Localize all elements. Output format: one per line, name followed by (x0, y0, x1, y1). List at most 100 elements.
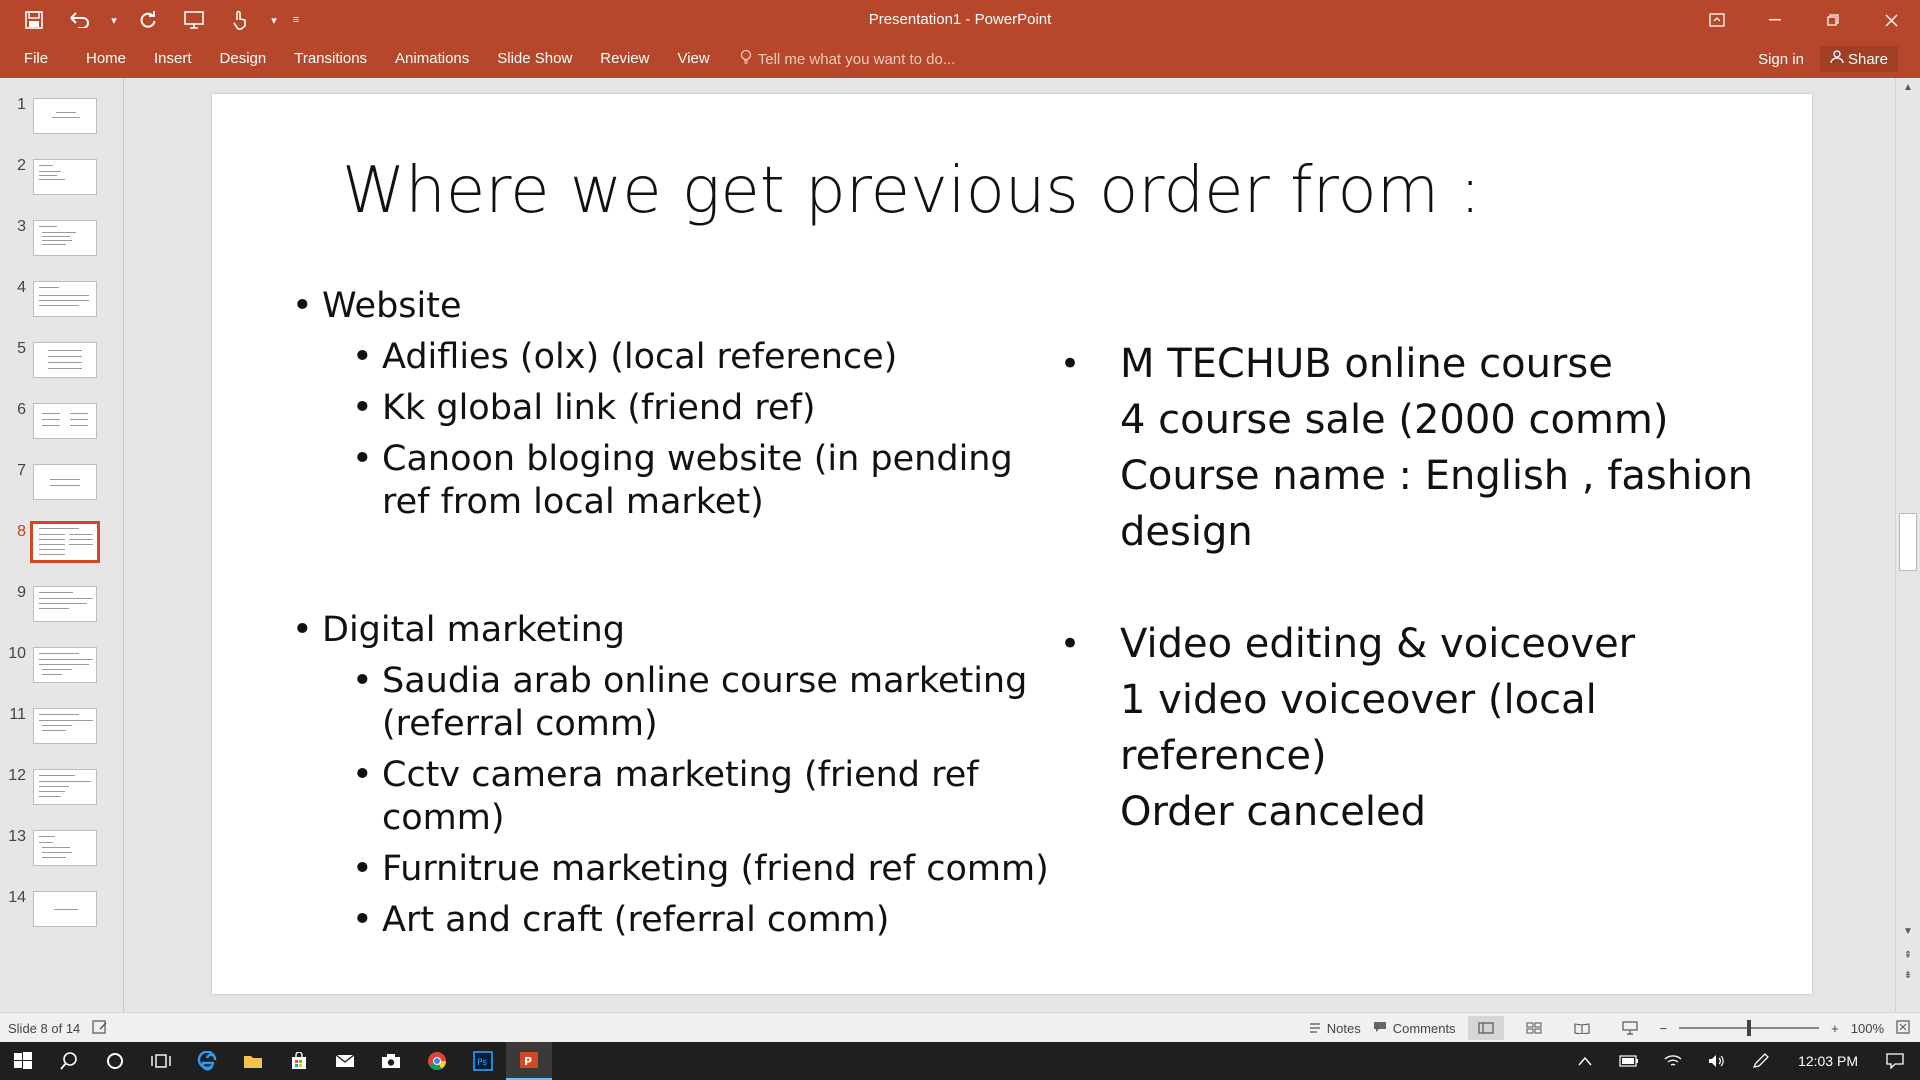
task-view-icon[interactable] (138, 1042, 184, 1080)
tab-file[interactable]: File (0, 40, 72, 78)
bullet-line: Order canceled (1120, 789, 1426, 835)
taskbar-apps: Ps P (0, 1042, 552, 1080)
minimize-icon[interactable] (1746, 0, 1804, 40)
svg-text:Ps: Ps (477, 1058, 487, 1068)
title-bar: ▾ ▾ ≡ Presentation1 - PowerPoint (0, 0, 1920, 40)
zoom-in-icon[interactable]: + (1831, 1021, 1839, 1036)
slide-thumbnail-10[interactable]: 10 (0, 645, 124, 687)
battery-icon[interactable] (1614, 1055, 1644, 1067)
powerpoint-taskbar-icon[interactable]: P (506, 1042, 552, 1080)
slide-number: 7 (17, 462, 26, 479)
tab-animations[interactable]: Animations (381, 40, 483, 78)
scroll-down-icon[interactable]: ▼ (1896, 926, 1920, 944)
notes-label: Notes (1326, 1020, 1361, 1036)
slide-editing-area: Where we get previous order from : Websi… (125, 78, 1895, 1012)
slide-preview (33, 98, 97, 134)
slide-thumbnail-12[interactable]: 12 (0, 767, 124, 809)
vertical-scrollbar[interactable]: ▲ ▼ ⇞ ⇟ (1895, 78, 1920, 1012)
zoom-out-icon[interactable]: − (1660, 1021, 1668, 1036)
slide-thumbnail-3[interactable]: 3 (0, 218, 124, 260)
store-icon[interactable] (276, 1042, 322, 1080)
slide-show-icon[interactable] (1612, 1016, 1648, 1040)
zoom-slider[interactable] (1679, 1020, 1820, 1036)
slide-thumbnail-1[interactable]: 1 (0, 96, 124, 138)
system-tray: 12:03 PM (1570, 1042, 1920, 1080)
restore-icon[interactable] (1804, 0, 1862, 40)
sub-bullet: Kk global link (friend ref) (352, 387, 1052, 430)
close-icon[interactable] (1862, 0, 1920, 40)
slide-title[interactable]: Where we get previous order from : (342, 154, 1481, 228)
status-bar: Slide 8 of 14 Notes Comments − + 100% (0, 1012, 1920, 1042)
slide-thumbnail-4[interactable]: 4 (0, 279, 124, 321)
slide-preview (33, 464, 97, 500)
slide-number: 13 (8, 828, 26, 845)
slide-thumbnail-8[interactable]: 8 (0, 521, 124, 565)
tab-transitions[interactable]: Transitions (280, 40, 381, 78)
right-content-item-1[interactable]: • M TECHUB online course 4 course sale (… (1060, 336, 1780, 560)
file-explorer-icon[interactable] (230, 1042, 276, 1080)
bullet-line: M TECHUB online course (1120, 341, 1613, 387)
slide-thumbnail-6[interactable]: 6 (0, 401, 124, 443)
tab-review[interactable]: Review (586, 40, 663, 78)
tab-design[interactable]: Design (206, 40, 281, 78)
left-content-placeholder[interactable]: Website Adiflies (olx) (local reference)… (292, 284, 1052, 950)
comments-button[interactable]: Comments (1373, 1021, 1456, 1036)
windows-start-icon[interactable] (0, 1042, 46, 1080)
wifi-icon[interactable] (1658, 1054, 1688, 1068)
status-left: Slide 8 of 14 (8, 1013, 108, 1043)
slide-number: 4 (17, 279, 26, 296)
ribbon-display-options-icon[interactable] (1688, 0, 1746, 40)
tab-slide-show[interactable]: Slide Show (483, 40, 586, 78)
mail-icon[interactable] (322, 1042, 368, 1080)
slide-number: 1 (17, 96, 26, 113)
tab-home[interactable]: Home (72, 40, 140, 78)
slide-thumbnail-9[interactable]: 9 (0, 584, 124, 626)
reading-view-icon[interactable] (1564, 1016, 1600, 1040)
volume-icon[interactable] (1702, 1054, 1732, 1068)
share-label: Share (1847, 50, 1888, 68)
tell-me-placeholder: Tell me what you want to do... (757, 50, 956, 68)
spelling-check-icon[interactable] (92, 1019, 108, 1037)
scrollbar-thumb[interactable] (1899, 513, 1917, 571)
slide-thumbnail-14[interactable]: 14 (0, 889, 124, 931)
tab-insert[interactable]: Insert (140, 40, 206, 78)
previous-slide-icon[interactable]: ⇞ (1896, 950, 1920, 968)
bullet-website: Website (292, 284, 1052, 328)
slide-thumbnail-11[interactable]: 11 (0, 706, 124, 748)
scroll-up-icon[interactable]: ▲ (1896, 82, 1920, 100)
action-center-icon[interactable] (1880, 1053, 1910, 1069)
right-content-item-2[interactable]: • Video editing & voiceover 1 video voic… (1060, 616, 1780, 840)
slide-thumbnail-5[interactable]: 5 (0, 340, 124, 382)
tab-view[interactable]: View (663, 40, 723, 78)
zoom-level[interactable]: 100% (1851, 1021, 1884, 1036)
chrome-icon[interactable] (414, 1042, 460, 1080)
fit-to-window-icon[interactable] (1896, 1019, 1910, 1037)
cortana-icon[interactable] (92, 1042, 138, 1080)
slide-thumbnail-13[interactable]: 13 (0, 828, 124, 870)
zoom-slider-knob[interactable] (1747, 1020, 1752, 1036)
chevron-up-icon[interactable] (1570, 1056, 1600, 1066)
share-button[interactable]: Share (1819, 46, 1898, 72)
slide-preview (33, 403, 97, 439)
slide-sorter-icon[interactable] (1516, 1016, 1552, 1040)
search-icon[interactable] (46, 1042, 92, 1080)
slide-thumbnail-7[interactable]: 7 (0, 462, 124, 504)
taskbar-clock[interactable]: 12:03 PM (1790, 1053, 1866, 1069)
next-slide-icon[interactable]: ⇟ (1896, 970, 1920, 988)
notes-button[interactable]: Notes (1309, 1021, 1361, 1036)
pen-icon[interactable] (1746, 1053, 1776, 1069)
bullet-video-editing: • Video editing & voiceover 1 video voic… (1060, 616, 1780, 840)
current-slide[interactable]: Where we get previous order from : Websi… (212, 94, 1812, 994)
camera-icon[interactable] (368, 1042, 414, 1080)
slide-preview (33, 159, 97, 195)
photoshop-icon[interactable]: Ps (460, 1042, 506, 1080)
window-title: Presentation1 - PowerPoint (868, 11, 1052, 28)
sign-in-link[interactable]: Sign in (1758, 51, 1804, 68)
normal-view-icon[interactable] (1467, 1016, 1504, 1040)
slide-number: 11 (9, 706, 26, 723)
slide-preview (30, 521, 100, 563)
tell-me-box[interactable]: Tell me what you want to do... (740, 49, 956, 69)
bullet-dot-icon: • (1060, 624, 1081, 664)
edge-browser-icon[interactable] (184, 1042, 230, 1080)
slide-thumbnail-2[interactable]: 2 (0, 157, 124, 199)
